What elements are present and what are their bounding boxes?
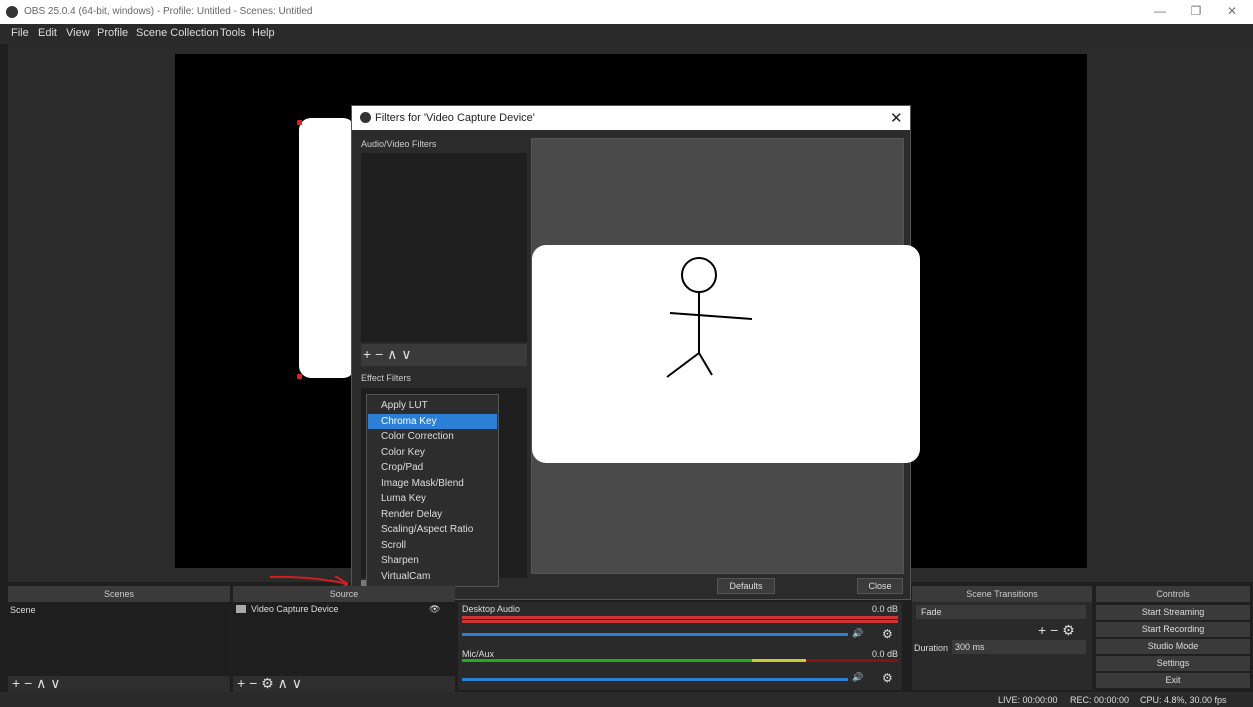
camera-icon <box>236 605 246 613</box>
obs-logo-icon <box>360 112 371 123</box>
mixer-channel-db: 0.0 dB <box>872 649 899 659</box>
volume-slider[interactable] <box>462 678 848 681</box>
menu-item-render-delay[interactable]: Render Delay <box>368 507 497 523</box>
menu-item-image-mask-blend[interactable]: Image Mask/Blend <box>368 476 497 492</box>
gear-icon[interactable]: ⚙ <box>882 671 893 685</box>
transitions-dock: Fade + − ⚙ Duration 300 ms <box>912 602 1092 690</box>
gear-icon[interactable]: ⚙ <box>882 627 893 641</box>
defaults-button[interactable]: Defaults <box>717 578 775 594</box>
close-button[interactable]: Close <box>857 578 903 594</box>
dialog-title-bar: Filters for 'Video Capture Device' ✕ <box>352 106 910 130</box>
scenes-tools[interactable]: + − ∧ ∨ <box>12 675 61 692</box>
scenes-list[interactable]: Scene <box>8 602 230 676</box>
audio-mixer: Desktop Audio 0.0 dB 🔊 ⚙ Mic/Aux 0.0 dB … <box>458 602 902 690</box>
status-bar: LIVE: 00:00:00 REC: 00:00:00 CPU: 4.8%, … <box>0 692 1253 707</box>
source-item[interactable]: Video Capture Device <box>251 604 338 614</box>
mixer-channel-name: Mic/Aux <box>462 649 495 659</box>
av-filters-toolbar: + − ∧ ∨ <box>361 344 527 366</box>
menu-item-luma-key[interactable]: Luma Key <box>368 491 497 507</box>
volume-meter-yellow <box>752 659 806 662</box>
whiteboard-image <box>532 245 920 463</box>
effect-filters-label: Effect Filters <box>361 373 411 383</box>
sources-tools[interactable]: + − ⚙ ∧ ∨ <box>237 675 302 692</box>
menu-item-apply-lut[interactable]: Apply LUT <box>368 398 497 414</box>
live-time: LIVE: 00:00:00 <box>998 695 1058 705</box>
av-filters-list[interactable] <box>361 153 527 342</box>
volume-meter <box>462 659 752 662</box>
speaker-icon[interactable]: 🔊 <box>852 628 863 639</box>
menu-item-virtualcam[interactable]: VirtualCam <box>368 569 497 585</box>
stick-figure-drawing <box>666 257 753 378</box>
sources-toolbar: + − ⚙ ∧ ∨ <box>233 675 455 692</box>
studio-mode-button[interactable]: Studio Mode <box>1096 639 1250 654</box>
speaker-icon[interactable]: 🔊 <box>852 672 863 683</box>
mixer-channel-name: Desktop Audio <box>462 604 521 614</box>
menu-item-chroma-key[interactable]: Chroma Key <box>368 413 497 429</box>
av-filters-label: Audio/Video Filters <box>361 139 437 149</box>
volume-meter-red <box>806 659 898 662</box>
menu-item-crop-pad[interactable]: Crop/Pad <box>368 460 497 476</box>
cpu-status: CPU: 4.8%, 30.00 fps <box>1140 695 1227 705</box>
transition-tools[interactable]: + − ⚙ <box>1038 622 1075 639</box>
rec-time: REC: 00:00:00 <box>1070 695 1130 705</box>
controls-dock-header: Controls <box>1096 586 1250 602</box>
menu-item-scroll[interactable]: Scroll <box>368 538 497 554</box>
scenes-toolbar: + − ∧ ∨ <box>8 675 230 692</box>
menu-item-color-key[interactable]: Color Key <box>368 445 497 461</box>
sources-list[interactable]: Video Capture Device 👁 <box>233 602 455 676</box>
scene-item[interactable]: Scene <box>10 605 36 615</box>
effect-filter-menu: Apply LUT Chroma Key Color Correction Co… <box>366 394 499 587</box>
filter-tools[interactable]: + − ∧ ∨ <box>363 346 412 363</box>
menu-item-scaling-aspect-ratio[interactable]: Scaling/Aspect Ratio <box>368 522 497 538</box>
settings-button[interactable]: Settings <box>1096 656 1250 671</box>
duration-label: Duration <box>914 643 949 653</box>
eye-icon[interactable]: 👁 <box>429 604 440 615</box>
volume-meter <box>462 616 898 619</box>
mixer-channel-db: 0.0 dB <box>872 604 899 614</box>
sources-dock-header: Source <box>233 586 455 602</box>
start-recording-button[interactable]: Start Recording <box>1096 622 1250 637</box>
menu-item-sharpen[interactable]: Sharpen <box>368 553 497 569</box>
filter-preview <box>531 138 920 574</box>
exit-button[interactable]: Exit <box>1096 673 1250 688</box>
volume-slider[interactable] <box>462 633 848 636</box>
start-streaming-button[interactable]: Start Streaming <box>1096 605 1250 620</box>
transitions-dock-header: Scene Transitions <box>912 586 1092 602</box>
transition-select[interactable]: Fade <box>916 605 1086 619</box>
volume-meter <box>462 620 898 623</box>
close-icon[interactable]: ✕ <box>890 109 903 127</box>
dialog-title: Filters for 'Video Capture Device' <box>375 112 535 124</box>
menu-item-color-correction[interactable]: Color Correction <box>368 429 497 445</box>
scenes-dock-header: Scenes <box>8 586 230 602</box>
duration-input[interactable]: 300 ms <box>952 640 1086 654</box>
